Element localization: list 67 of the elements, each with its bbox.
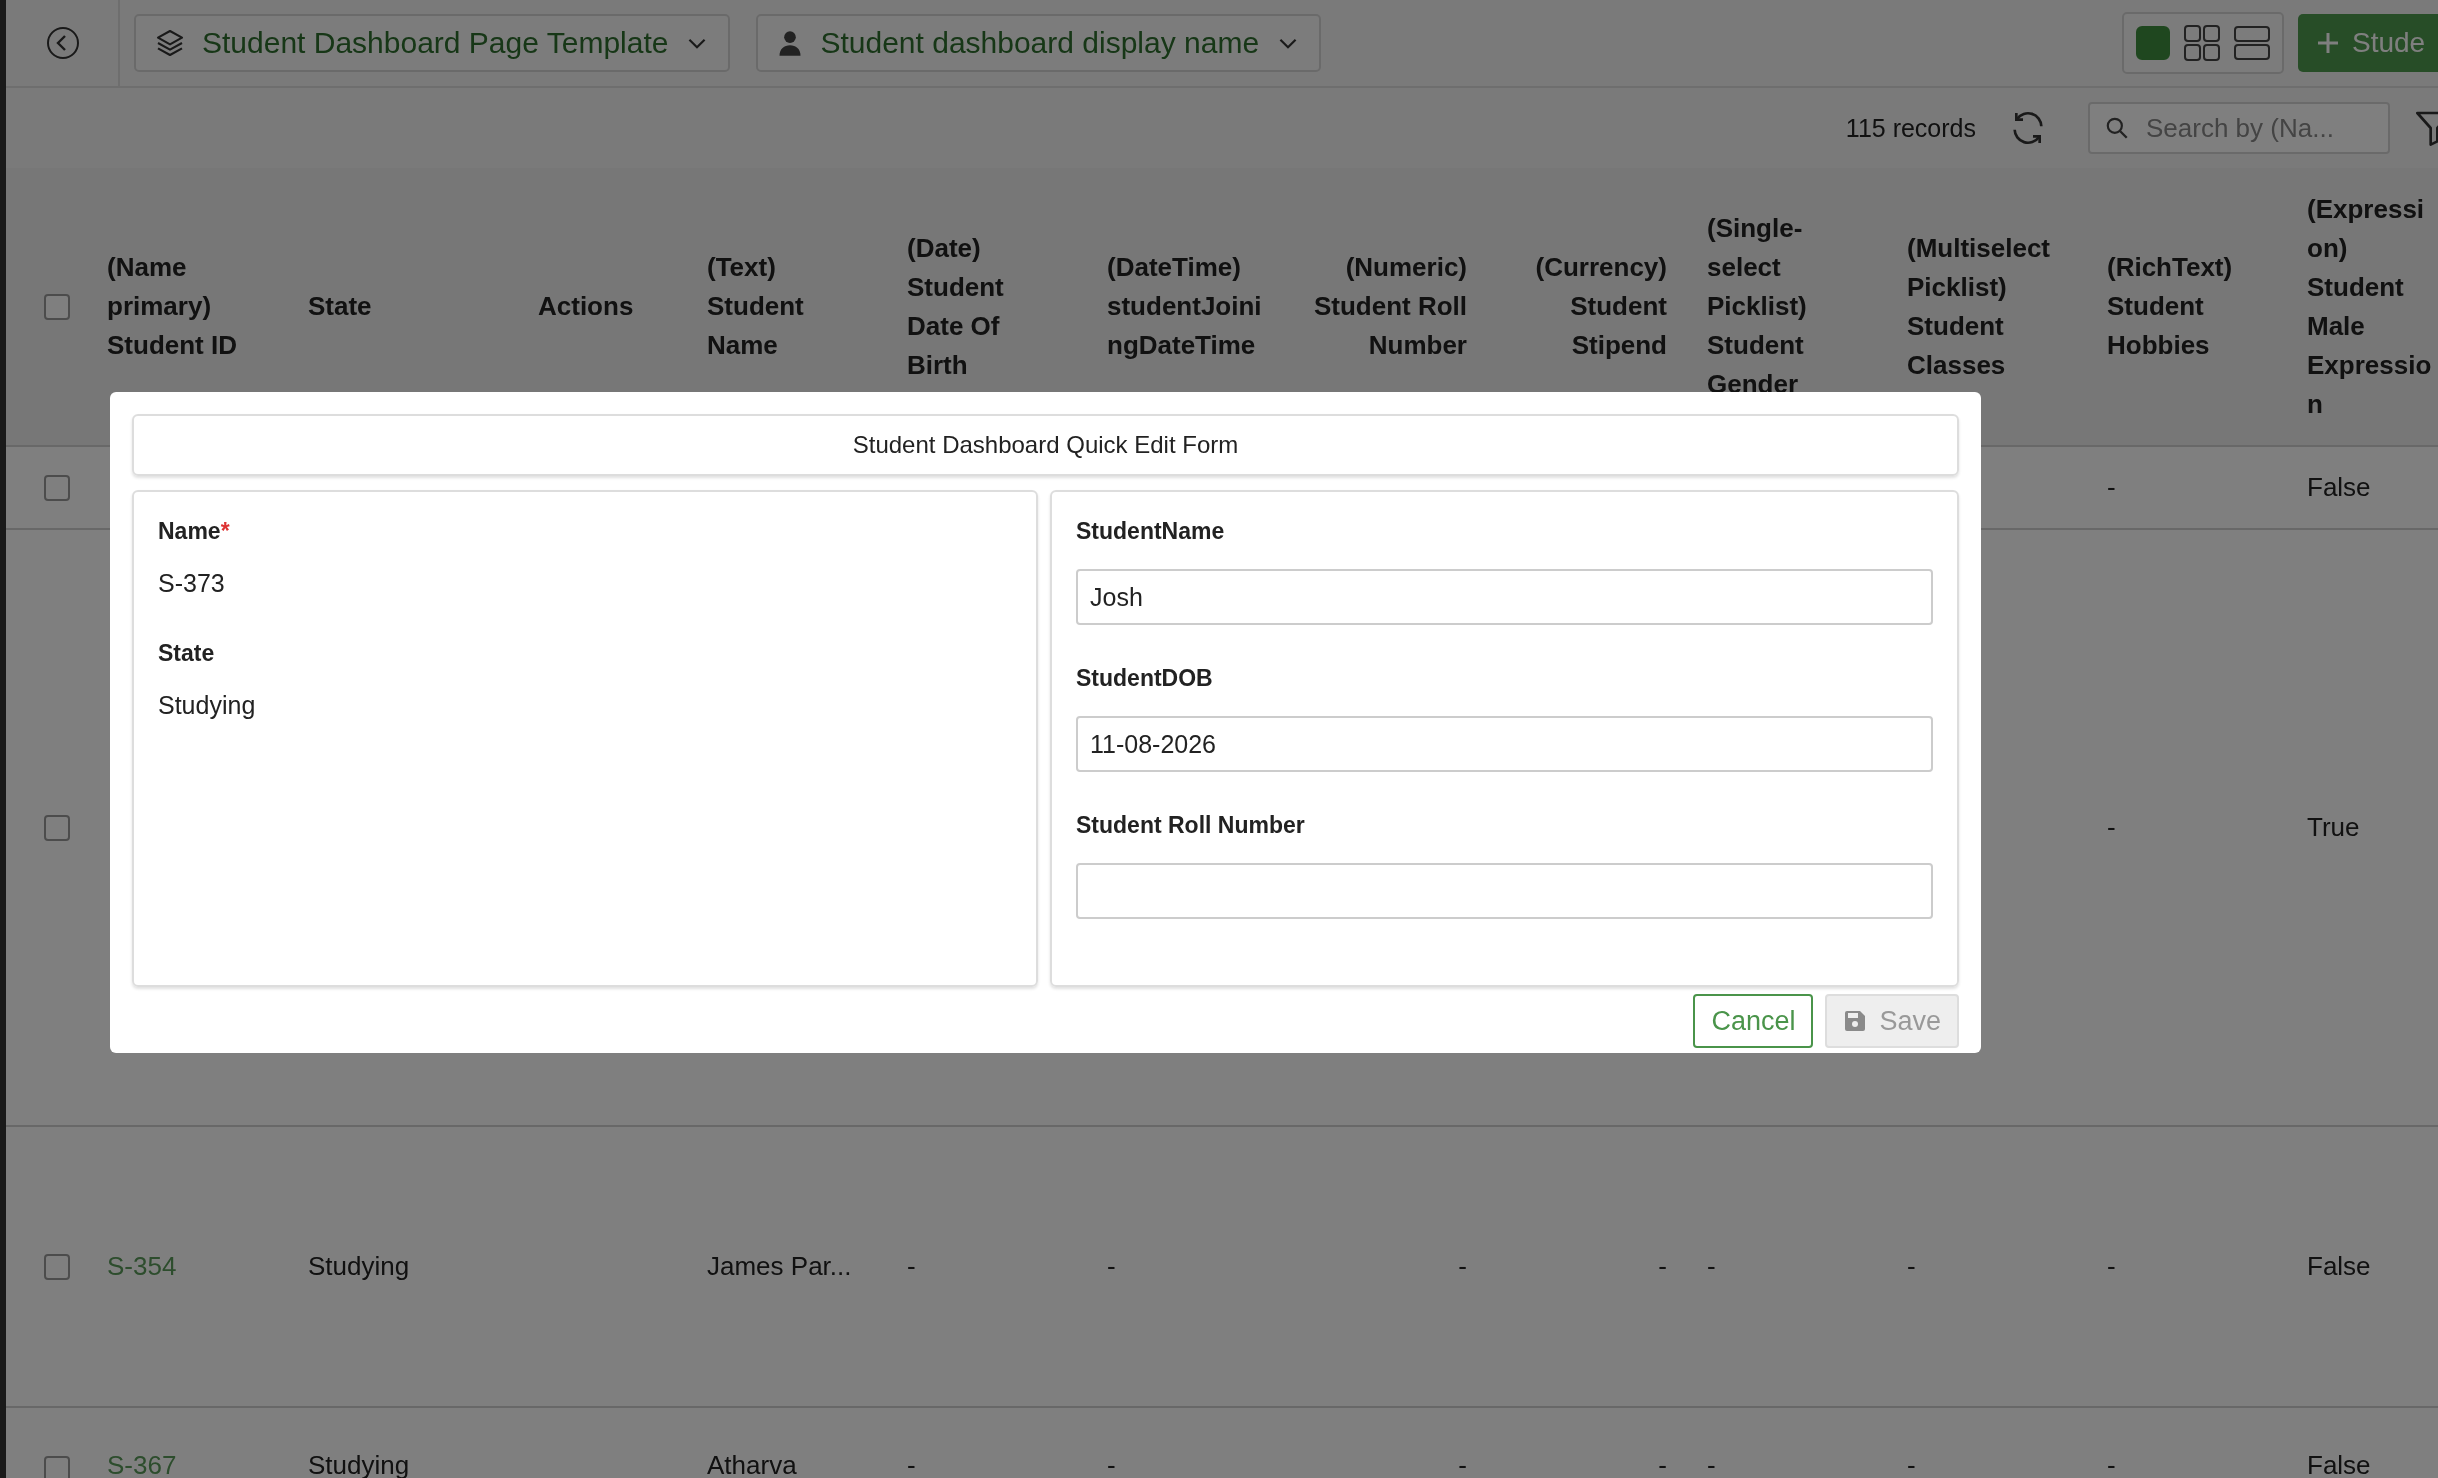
add-button[interactable]: Stude: [2298, 14, 2438, 72]
column-header[interactable]: (Currency) Student Stipend: [1507, 248, 1667, 365]
field-label: StudentName: [1076, 518, 1225, 545]
column-header[interactable]: (DateTime) studentJoiningDateTime: [1107, 248, 1267, 365]
table-cell: -: [2107, 1251, 2116, 1282]
table-cell: -: [1907, 1251, 1916, 1282]
cancel-button[interactable]: Cancel: [1693, 994, 1814, 1048]
column-header[interactable]: (Name primary) Student ID: [107, 248, 268, 365]
column-header[interactable]: Actions: [538, 287, 634, 326]
table-cell: -: [2107, 1450, 2116, 1478]
plus-icon: [2316, 31, 2340, 55]
view-mode-button[interactable]: [2136, 26, 2170, 60]
grid-icon: [2184, 25, 2220, 61]
record-count: 115 records: [1845, 113, 1976, 143]
table-cell: -: [2107, 472, 2116, 503]
search-icon: [2104, 115, 2130, 141]
row-checkbox[interactable]: [43, 1253, 70, 1280]
table-cell: False: [2307, 472, 2371, 503]
field-label: Name*: [158, 518, 230, 545]
table-cell: -: [1707, 1251, 1716, 1282]
table-cell: Studying: [308, 1251, 410, 1282]
field-value: Studying: [158, 691, 256, 720]
layers-icon: [154, 27, 186, 59]
field-value: S-373: [158, 569, 225, 598]
student-id-link[interactable]: S-367: [107, 1450, 177, 1478]
field-label: State: [158, 640, 215, 667]
input-field[interactable]: 11-08-2026: [1076, 716, 1933, 772]
column-header[interactable]: (Multiselect Picklist) Student Classes: [1907, 228, 2067, 385]
row-checkbox[interactable]: [43, 814, 70, 841]
input-field[interactable]: Josh: [1076, 569, 1933, 625]
table-cell: Atharva: [707, 1450, 797, 1478]
square-icon: [2136, 26, 2170, 60]
column-header[interactable]: State: [308, 287, 372, 326]
field-label: Student Roll Number: [1076, 812, 1305, 839]
search-field[interactable]: Search by (Na...: [2088, 102, 2390, 154]
table-cell: -: [1458, 1251, 1467, 1282]
table-cell: -: [1707, 1450, 1716, 1478]
student-id-link[interactable]: S-354: [107, 1251, 177, 1282]
display-name-dropdown[interactable]: Student dashboard display name: [756, 14, 1322, 72]
column-header[interactable]: (Text) Student Name: [707, 248, 867, 365]
table-cell: False: [2307, 1251, 2371, 1282]
input-field[interactable]: [1076, 863, 1933, 919]
row-checkbox[interactable]: [43, 1456, 70, 1478]
table-cell: -: [1107, 1251, 1116, 1282]
field-label: StudentDOB: [1076, 665, 1213, 692]
column-header[interactable]: (RichText) Student Hobbies: [2107, 248, 2267, 365]
select-all-checkbox[interactable]: [43, 293, 70, 320]
table-cell: -: [907, 1450, 916, 1478]
table-cell: -: [2107, 812, 2116, 843]
view-mode-button[interactable]: [2234, 25, 2270, 61]
table-cell: -: [1107, 1450, 1116, 1478]
list-icon: [2234, 25, 2270, 61]
table-cell: False: [2307, 1450, 2371, 1478]
view-mode-button[interactable]: [2184, 25, 2220, 61]
table-cell: -: [907, 1251, 916, 1282]
table-cell: -: [1458, 1450, 1467, 1478]
template-dropdown[interactable]: Student Dashboard Page Template: [134, 14, 731, 72]
column-header[interactable]: (Date) Student Date Of Birth: [907, 228, 1067, 385]
column-header[interactable]: (Expression) Student Male Expression: [2307, 189, 2437, 424]
column-header[interactable]: (Numeric) Student Roll Number: [1307, 248, 1467, 365]
row-checkbox[interactable]: [43, 474, 70, 501]
table-cell: James Par...: [707, 1251, 852, 1282]
table-cell: -: [1907, 1450, 1916, 1478]
table-cell: -: [1658, 1450, 1667, 1478]
dialog-title: Student Dashboard Quick Edit Form: [132, 414, 1959, 476]
table-cell: -: [1658, 1251, 1667, 1282]
table-cell: True: [2307, 812, 2360, 843]
